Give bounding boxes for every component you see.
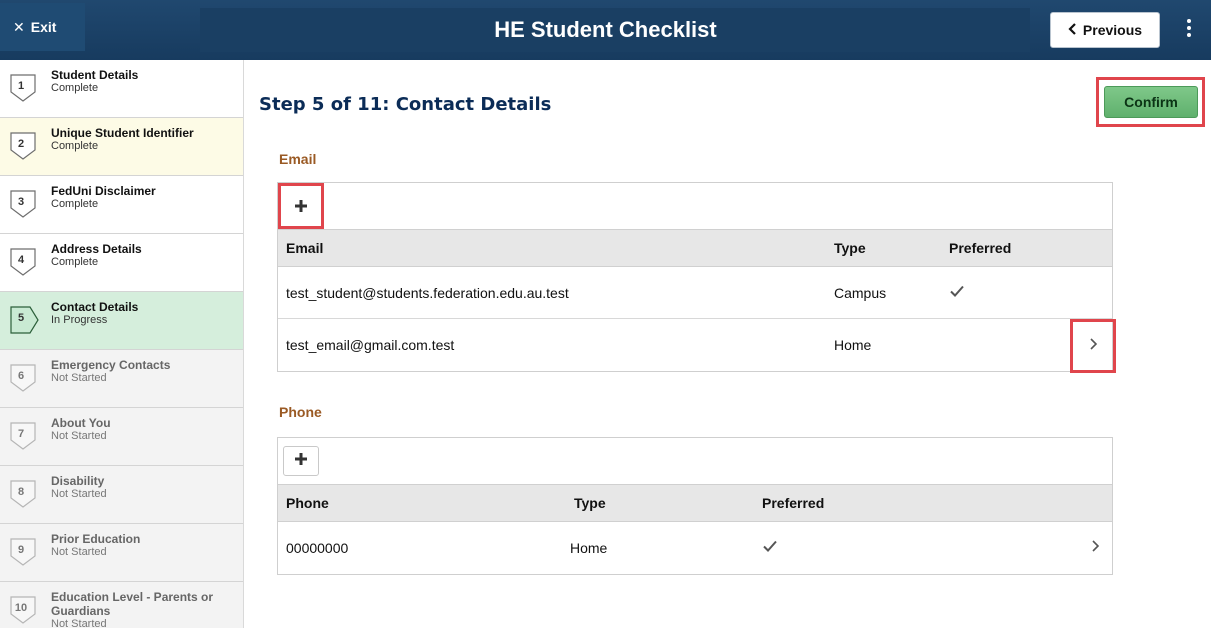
table-row[interactable]: 00000000 Home [278,522,1112,574]
step-title: Education Level - Parents or Guardians [51,590,214,618]
step-status: Not Started [51,488,107,500]
sidebar-step-7[interactable]: 7 About You Not Started [0,408,243,466]
table-row[interactable]: test_student@students.federation.edu.au.… [278,267,1112,319]
table-row[interactable]: test_email@gmail.com.test Home [278,319,1116,373]
step-heading: Step 5 of 11: Contact Details [259,94,552,115]
step-number: 3 [17,196,25,208]
step-number: 4 [17,254,25,266]
email-type: Home [834,337,872,353]
phone-type: Home [570,540,608,556]
email-section-label: Email [279,151,317,167]
step-number: 8 [17,486,25,498]
step-status: In Progress [51,314,108,326]
plus-icon [294,452,308,471]
app-header: ✕ Exit HE Student Checklist Previous [0,0,1211,60]
checkmark-icon [763,540,777,557]
email-grid-toolbar [278,183,1112,229]
previous-label: Previous [1082,22,1143,38]
main-content: Step 5 of 11: Contact Details Confirm Em… [245,60,1211,628]
more-actions-icon[interactable] [1178,8,1200,48]
confirm-button[interactable]: Confirm [1104,86,1198,118]
sidebar-step-8[interactable]: 8 Disability Not Started [0,466,243,524]
email-address: test_student@students.federation.edu.au.… [286,284,569,301]
phone-number: 00000000 [286,540,349,556]
step-status: Complete [51,256,99,268]
sidebar-step-4[interactable]: 4 Address Details Complete [0,234,243,292]
page-title: HE Student Checklist [494,17,717,42]
step-number: 1 [17,80,25,92]
step-number: 6 [17,370,25,382]
sidebar-step-5[interactable]: 5 Contact Details In Progress [0,292,243,350]
step-title: Prior Education [51,532,141,546]
phone-col-preferred: Preferred [762,495,825,511]
email-col-type: Type [834,240,866,256]
phone-grid-header: Phone Type Preferred [278,484,1112,522]
step-number: 9 [17,544,25,556]
add-email-button[interactable] [278,183,324,229]
chevron-right-icon[interactable] [1092,539,1100,557]
phone-grid: Phone Type Preferred 00000000 Home [277,437,1113,575]
previous-button[interactable]: Previous [1050,12,1160,48]
step-number: 5 [17,312,25,324]
step-number: 2 [17,138,25,150]
email-type: Campus [834,284,887,301]
step-status: Not Started [51,618,107,628]
phone-col-phone: Phone [286,495,329,511]
row-detail-highlight [1070,319,1116,373]
step-title: Emergency Contacts [51,358,171,372]
chevron-left-icon [1068,22,1077,38]
step-title: FedUni Disclaimer [51,184,156,198]
sidebar-step-10[interactable]: 10 Education Level - Parents or Guardians… [0,582,243,628]
phone-section-label: Phone [279,404,322,420]
step-title: Unique Student Identifier [51,126,194,140]
sidebar-step-9[interactable]: 9 Prior Education Not Started [0,524,243,582]
email-col-email: Email [286,240,324,256]
step-title: About You [51,416,111,430]
step-title: Disability [51,474,105,488]
step-title: Contact Details [51,300,139,314]
step-title: Student Details [51,68,139,82]
step-sidebar: 1 Student Details Complete 2 Unique Student … [0,60,244,628]
confirm-highlight: Confirm [1096,77,1205,127]
step-status: Complete [51,140,99,152]
checkmark-icon [950,284,964,301]
email-grid-header: Email Type Preferred [278,229,1112,267]
step-status: Not Started [51,546,107,558]
step-title: Address Details [51,242,142,256]
sidebar-step-2[interactable]: 2 Unique Student Identifier Complete [0,118,243,176]
plus-icon [284,190,318,222]
phone-col-type: Type [574,495,606,511]
step-status: Complete [51,82,99,94]
step-status: Complete [51,198,99,210]
email-col-preferred: Preferred [949,240,1012,256]
sidebar-step-1[interactable]: 1 Student Details Complete [0,60,243,118]
step-number: 7 [17,428,25,440]
sidebar-step-6[interactable]: 6 Emergency Contacts Not Started [0,350,243,408]
add-phone-button[interactable] [283,446,319,476]
email-address: test_email@gmail.com.test [286,337,455,353]
step-status: Not Started [51,372,107,384]
chevron-right-icon[interactable] [1090,337,1098,355]
step-status: Not Started [51,430,107,442]
phone-grid-toolbar [278,438,1112,484]
step-number: 10 [14,602,28,614]
email-grid: Email Type Preferred test_student@studen… [277,182,1116,373]
sidebar-step-3[interactable]: 3 FedUni Disclaimer Complete [0,176,243,234]
